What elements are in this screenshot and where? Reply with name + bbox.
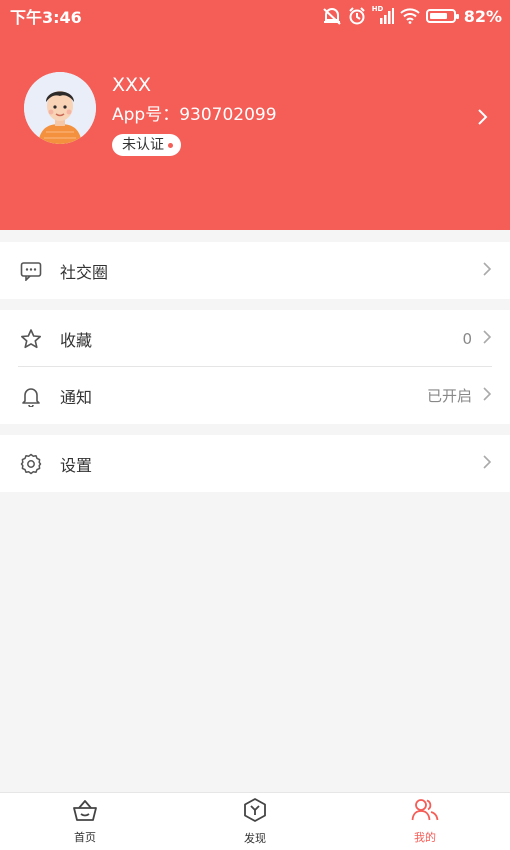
verification-badge[interactable]: 未认证 (112, 134, 181, 156)
chat-bubble-icon (20, 260, 42, 282)
profile-header: 下午3:46 HD 82% XXX App号：930702099 未认证 (0, 0, 510, 230)
chevron-right-icon (482, 454, 492, 474)
nav-tab-label: 发现 (244, 832, 266, 845)
menu-item-settings[interactable]: 设置 (0, 435, 510, 492)
status-icons: HD 82% (322, 5, 502, 26)
menu-item-social[interactable]: 社交圈 (0, 242, 510, 299)
nav-tab-home[interactable]: 首页 (0, 793, 170, 850)
mute-icon (322, 7, 342, 25)
bell-icon (20, 385, 42, 407)
verification-badge-label: 未认证 (122, 137, 164, 153)
users-icon (411, 798, 439, 826)
menu-group-settings: 设置 (0, 435, 510, 492)
nav-tab-label: 我的 (414, 831, 436, 844)
battery-percent: 82% (463, 6, 502, 26)
alarm-icon (348, 7, 366, 25)
profile-info: XXX App号：930702099 未认证 (112, 72, 277, 156)
status-time: 下午3:46 (10, 8, 82, 27)
nav-tab-label: 首页 (74, 831, 96, 844)
chevron-right-icon (482, 261, 492, 281)
menu-group-personal: 收藏 0 通知 已开启 (0, 310, 510, 424)
nav-tab-mine[interactable]: 我的 (340, 793, 510, 850)
menu-item-label: 设置 (60, 455, 93, 475)
avatar[interactable] (24, 72, 96, 144)
star-icon (20, 328, 42, 350)
menu-item-favorites[interactable]: 收藏 0 (0, 310, 510, 367)
chevron-right-icon (482, 329, 492, 349)
signal-icon: HD (372, 5, 394, 25)
gear-icon (20, 453, 42, 475)
menu-item-label: 收藏 (60, 330, 93, 350)
app-id: App号：930702099 (112, 105, 277, 125)
battery-icon (425, 9, 459, 23)
menu-item-notifications[interactable]: 通知 已开启 (0, 367, 510, 424)
profile-card[interactable]: XXX App号：930702099 未认证 (24, 72, 500, 162)
wifi-icon (400, 8, 420, 24)
hexagon-icon (242, 797, 268, 827)
badge-dot (168, 142, 173, 148)
chevron-right-icon[interactable] (476, 108, 488, 130)
bottom-nav: 首页 发现 我的 (0, 792, 510, 850)
favorites-count: 0 (462, 329, 472, 348)
menu-item-label: 通知 (60, 387, 93, 407)
nav-tab-discover[interactable]: 发现 (170, 793, 340, 850)
basket-icon (72, 798, 98, 826)
menu-group-social: 社交圈 (0, 242, 510, 299)
menu-item-label: 社交圈 (60, 262, 109, 282)
chevron-right-icon (482, 386, 492, 406)
user-name: XXX (112, 74, 152, 96)
status-bar: 下午3:46 HD 82% (0, 0, 510, 32)
notifications-status: 已开启 (426, 387, 472, 405)
